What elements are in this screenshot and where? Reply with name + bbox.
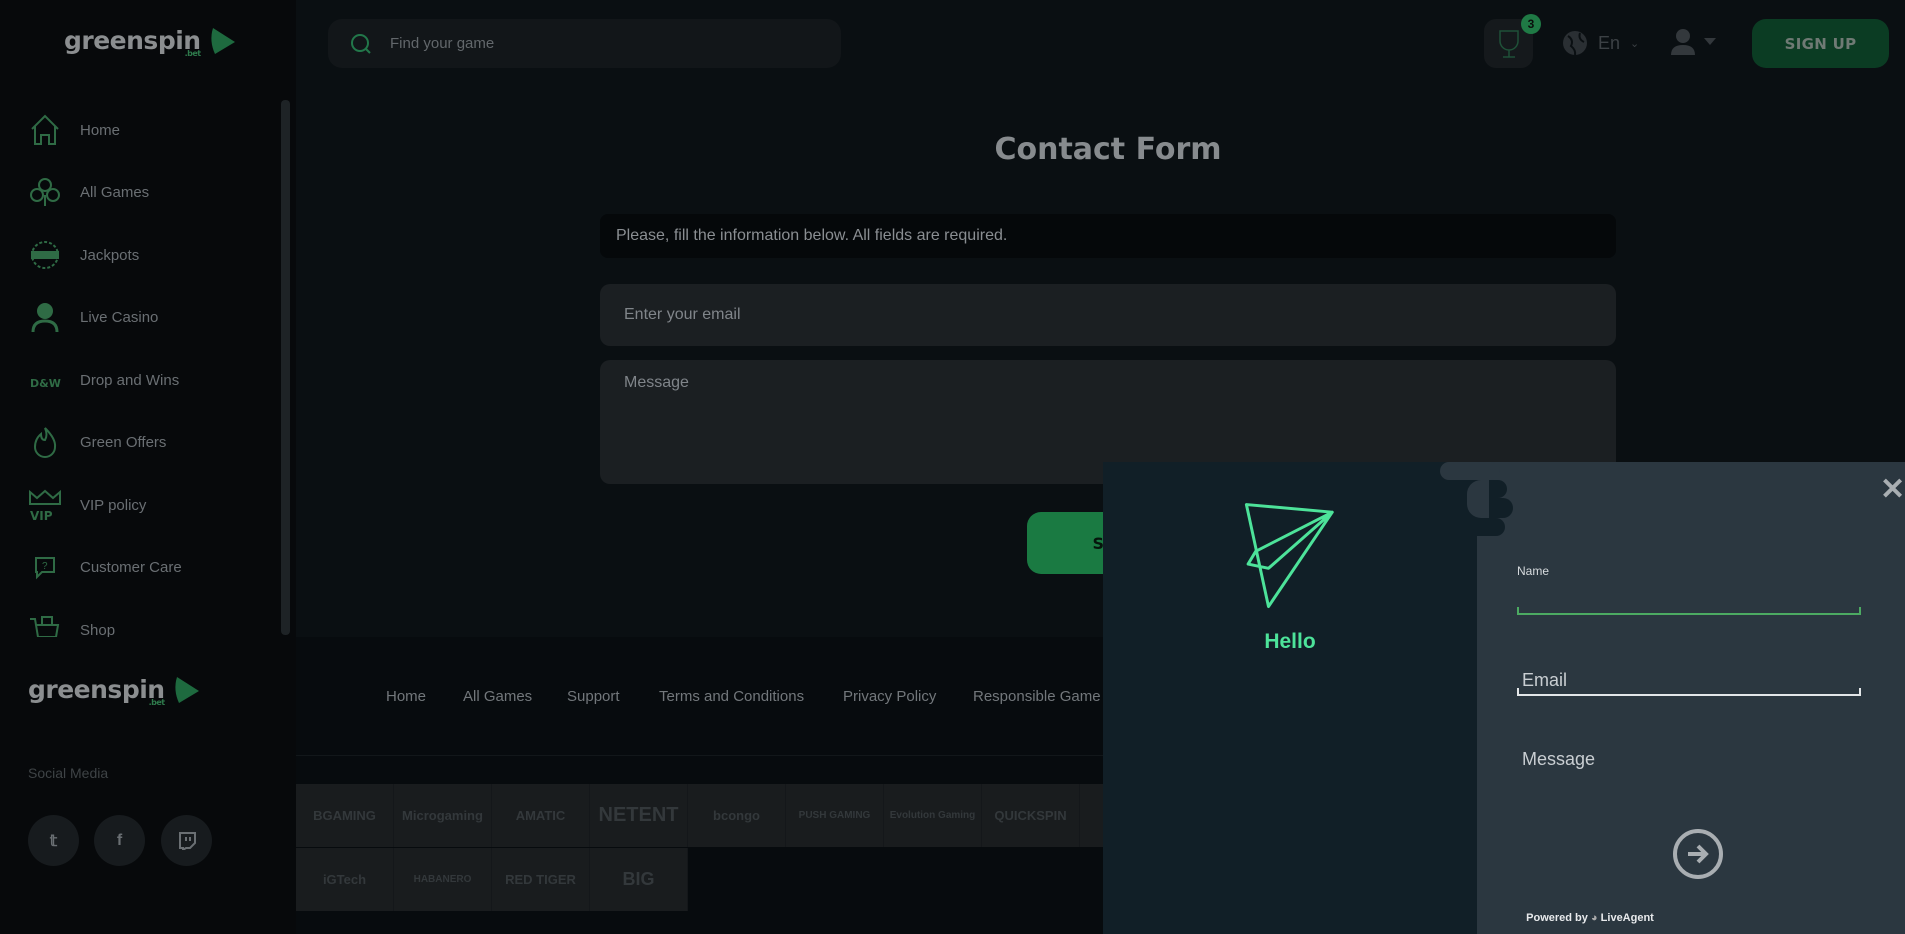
email-input[interactable] [1517,688,1861,696]
decor-shape [1477,518,1505,536]
twitch-icon [178,831,196,850]
home-icon [31,114,59,145]
provider-logo: AMATIC [492,784,590,847]
sidebar-item-home[interactable]: Home [28,113,120,147]
svg-text:VIP: VIP [30,509,53,522]
account-menu[interactable] [1670,28,1716,56]
flame-icon [33,427,57,458]
brand-logo[interactable]: greenspin .bet [64,26,237,58]
footer-link-responsible-game[interactable]: Responsible Game [973,688,1101,705]
liveagent-contact-widget: Hello ✕ Name Email Message Powered by ◕ … [1103,462,1905,934]
footer-logo[interactable]: greenspin .bet [28,675,201,707]
club-icon [30,178,60,206]
provider-logo: PUSH GAMING [786,784,884,847]
paper-plane-icon [1244,503,1334,609]
arrow-right-icon [1688,844,1709,864]
sidebar-item-label: Customer Care [80,558,182,576]
jackpot-icon [31,241,59,269]
provider-logos: BGAMING Microgaming AMATIC NETENT bcongo… [296,784,1126,911]
provider-logo: bcongo [688,784,786,847]
name-input[interactable] [1517,607,1861,615]
decor-shape [1440,462,1500,480]
twitch-button[interactable] [161,815,212,866]
footer-link-privacy[interactable]: Privacy Policy [843,688,936,705]
provider-logo: QUICKSPIN [982,784,1080,847]
caret-down-icon [1704,38,1716,45]
footer-link-support[interactable]: Support [567,688,620,705]
logo-leaf-icon [174,677,199,703]
widget-greeting: Hello [1264,630,1316,653]
sidebar-item-vip-policy[interactable]: VIP VIP policy [28,488,146,522]
email-input[interactable] [600,284,1616,346]
sidebar-item-label: All Games [80,183,150,201]
name-label: Name [1517,564,1550,578]
provider-name[interactable]: LiveAgent [1601,912,1654,924]
brand-name: greenspin [28,675,165,704]
sidebar-item-label: Green Offers [80,433,167,451]
sidebar-item-live-casino[interactable]: Live Casino [28,300,158,334]
sidebar-item-label: Shop [80,621,116,639]
footer-link-terms[interactable]: Terms and Conditions [659,688,804,705]
sidebar-item-green-offers[interactable]: Green Offers [28,425,166,459]
notification-badge: 3 [1521,14,1541,34]
globe-icon [1563,31,1587,56]
provider-logo: NETENT [590,784,688,847]
sidebar-item-customer-care[interactable]: ? Customer Care [28,550,182,584]
sidebar-scrollbar[interactable] [281,100,290,635]
submit-button[interactable] [1673,829,1723,879]
sidebar-item-label: Live Casino [80,308,159,326]
sign-up-button[interactable]: SIGN UP [1752,19,1889,68]
language-label: En [1598,32,1621,53]
help-chat-icon: ? [35,557,55,580]
sidebar-item-label: VIP policy [80,496,147,514]
provider-logo: Microgaming [394,784,492,847]
twitter-button[interactable]: 𝕥 [28,815,79,866]
brand-name: greenspin [64,26,201,55]
close-icon[interactable]: ✕ [1880,472,1905,507]
logo-leaf-icon [210,28,235,54]
svg-text:D&W: D&W [30,377,61,390]
sidebar-item-all-games[interactable]: All Games [28,175,149,209]
search-icon [351,33,371,54]
provider-logo: Evolution Gaming [884,784,982,847]
sidebar: greenspin .bet Home All Games Jackpots Li… [0,0,296,639]
user-icon [1671,29,1695,55]
sidebar-item-jackpots[interactable]: Jackpots [28,238,139,272]
social-media-heading: Social Media [28,765,109,781]
chevron-down-icon: ⌄ [1630,37,1640,50]
powered-by-label: Powered by [1526,912,1588,924]
provider-logo: HABANERO [394,848,492,911]
footer-link-home[interactable]: Home [386,688,426,705]
dealer-icon [31,303,59,333]
svg-text:?: ? [42,561,48,572]
sidebar-item-label: Jackpots [80,246,140,264]
footer-link-all-games[interactable]: All Games [463,688,532,705]
provider-logo: iGTech [296,848,394,911]
provider-logo: BGAMING [296,784,394,847]
provider-logo: RED TIGER [492,848,590,911]
game-search[interactable] [328,19,841,68]
facebook-icon: f [116,831,123,849]
sidebar-item-drop-and-wins[interactable]: D&W Drop and Wins [28,363,179,397]
drop-wins-icon: D&W [30,377,61,390]
sidebar-item-label: Drop and Wins [80,371,180,389]
powered-by: Powered by ◕ LiveAgent [1403,912,1777,924]
decor-shape [1467,480,1489,518]
sidebar-item-label: Home [80,121,121,139]
page-title: Contact Form [994,132,1222,167]
language-selector[interactable]: En ⌄ [1562,30,1639,56]
trophy-icon [1498,29,1519,58]
twitter-icon: 𝕥 [49,832,58,850]
provider-logo: BIG [590,848,688,911]
search-input[interactable] [390,35,790,52]
form-info: Please, fill the information below. All … [600,214,1616,258]
message-input[interactable]: Message [1522,749,1595,770]
sidebar-footer: greenspin .bet Social Media [0,637,296,934]
vip-crown-icon: VIP [29,489,61,522]
liveagent-logo-icon: ◕ [1590,912,1598,924]
facebook-button[interactable]: f [94,815,145,866]
